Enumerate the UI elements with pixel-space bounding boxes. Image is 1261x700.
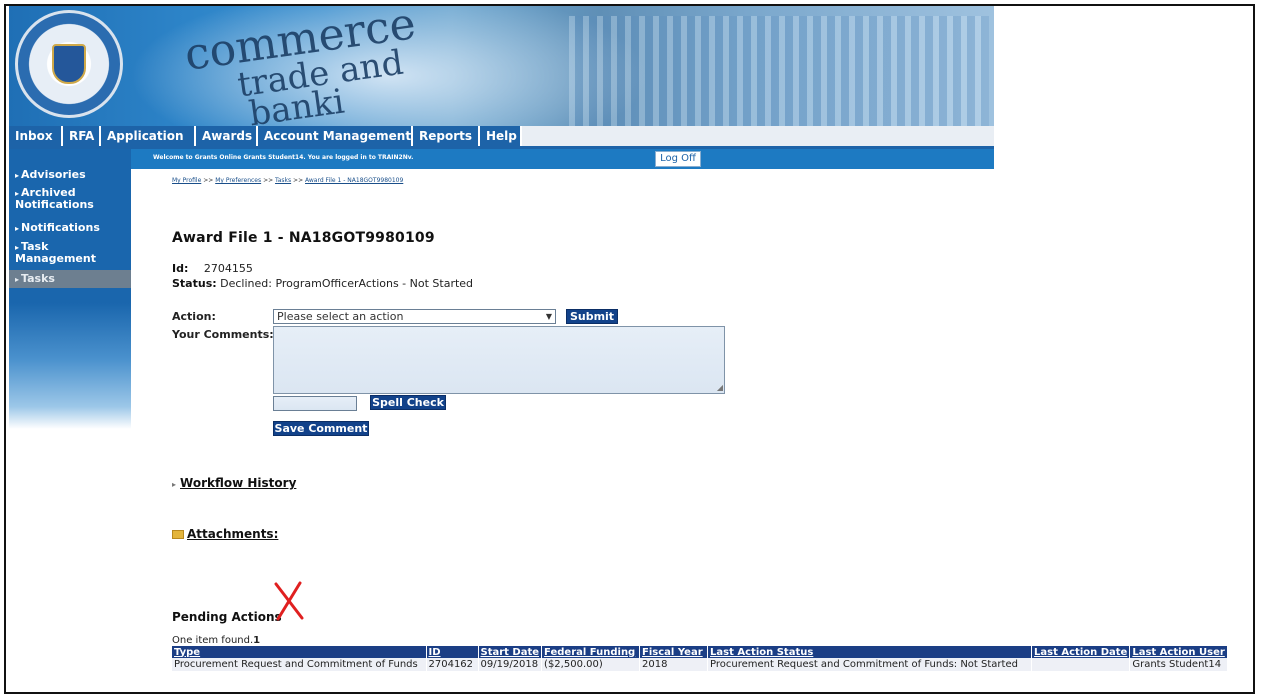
tab-inbox[interactable]: Inbox bbox=[9, 126, 63, 146]
tab-awards[interactable]: Awards bbox=[196, 126, 258, 146]
col-federal-funding[interactable]: Federal Funding bbox=[541, 646, 641, 658]
status-label: Status: bbox=[172, 277, 217, 290]
id-value: 2704155 bbox=[203, 262, 253, 275]
arrow-right-icon: ▸ bbox=[15, 224, 20, 233]
expand-arrow-icon: ▸ bbox=[172, 480, 177, 489]
comments-textarea[interactable]: ◢ bbox=[273, 326, 725, 394]
attachments-label: Attachments: bbox=[187, 527, 279, 541]
spell-check-input[interactable] bbox=[273, 396, 357, 411]
dropdown-caret-icon: ▼ bbox=[545, 312, 552, 321]
workflow-history-toggle[interactable]: ▸ Workflow History bbox=[172, 476, 296, 490]
breadcrumb: My Profile >> My Preferences >> Tasks >>… bbox=[172, 177, 403, 184]
tab-application[interactable]: Application bbox=[101, 126, 196, 146]
cell-last-action-date bbox=[1031, 658, 1131, 671]
welcome-bar: Welcome to Grants Online Grants Student1… bbox=[131, 149, 994, 169]
cell-last-action-status: Procurement Request and Commitment of Fu… bbox=[707, 658, 1033, 671]
breadcrumb-award-file[interactable]: Award File 1 - NA18GOT9980109 bbox=[305, 177, 403, 184]
page-frame: commerce trade and banki Inbox RFA Appli… bbox=[4, 4, 1255, 694]
banner-city-image bbox=[569, 16, 989, 126]
resize-grip-icon[interactable]: ◢ bbox=[717, 383, 723, 392]
sidebar-item-tasks[interactable]: ▸ Tasks bbox=[9, 270, 131, 288]
sidebar-item-label: Advisories bbox=[21, 168, 86, 181]
tab-account-management[interactable]: Account Management bbox=[258, 126, 413, 146]
main-nav: Inbox RFA Application Awards Account Man… bbox=[9, 126, 994, 146]
log-off-button[interactable]: Log Off bbox=[655, 151, 701, 167]
col-last-action-user[interactable]: Last Action User bbox=[1129, 646, 1228, 658]
results-page-number[interactable]: 1 bbox=[253, 635, 260, 646]
sidebar-item-task-management[interactable]: ▸ Task Management bbox=[15, 241, 105, 264]
header-banner: commerce trade and banki bbox=[9, 6, 994, 126]
col-id[interactable]: ID bbox=[426, 646, 479, 658]
submit-button[interactable]: Submit bbox=[566, 309, 618, 324]
arrow-right-icon: ▸ bbox=[15, 275, 20, 284]
sidebar-item-notifications[interactable]: ▸ Notifications bbox=[15, 222, 100, 234]
breadcrumb-separator: >> bbox=[293, 177, 304, 184]
results-count: One item found.1 bbox=[172, 635, 260, 646]
sidebar-item-advisories[interactable]: ▸ Advisories bbox=[15, 169, 86, 181]
breadcrumb-my-profile[interactable]: My Profile bbox=[172, 177, 201, 184]
red-x-annotation-icon bbox=[274, 581, 304, 621]
seal-shield-icon bbox=[52, 44, 86, 84]
department-seal-logo bbox=[15, 10, 123, 118]
breadcrumb-my-preferences[interactable]: My Preferences bbox=[215, 177, 261, 184]
workflow-history-label: Workflow History bbox=[180, 476, 297, 490]
action-label: Action: bbox=[172, 310, 216, 323]
cell-federal-funding: ($2,500.00) bbox=[541, 658, 641, 671]
cell-id: 2704162 bbox=[426, 658, 479, 671]
tab-rfa[interactable]: RFA bbox=[63, 126, 101, 146]
comments-label: Your Comments: bbox=[172, 328, 274, 341]
sidebar-item-archived-notifications[interactable]: ▸ Archived Notifications bbox=[15, 187, 125, 210]
pending-actions-table: Type ID Start Date Federal Funding Fisca… bbox=[172, 646, 1228, 671]
tab-reports[interactable]: Reports bbox=[413, 126, 480, 146]
page-title: Award File 1 - NA18GOT9980109 bbox=[172, 230, 435, 246]
sidebar-item-label: Archived Notifications bbox=[15, 186, 94, 211]
table-header-row: Type ID Start Date Federal Funding Fisca… bbox=[172, 646, 1228, 658]
col-last-action-date[interactable]: Last Action Date bbox=[1031, 646, 1131, 658]
cell-last-action-user: Grants Student14 bbox=[1129, 658, 1228, 671]
breadcrumb-separator: >> bbox=[263, 177, 274, 184]
table-row[interactable]: Procurement Request and Commitment of Fu… bbox=[172, 658, 1228, 671]
col-start-date[interactable]: Start Date bbox=[478, 646, 543, 658]
action-select-value: Please select an action bbox=[277, 310, 404, 323]
col-fiscal-year[interactable]: Fiscal Year bbox=[639, 646, 709, 658]
cell-type: Procurement Request and Commitment of Fu… bbox=[172, 658, 427, 671]
sidebar-item-label: Tasks bbox=[21, 272, 55, 285]
id-label: Id: bbox=[172, 262, 189, 275]
arrow-right-icon: ▸ bbox=[15, 243, 20, 252]
sidebar-item-label: Task Management bbox=[15, 240, 96, 265]
status-row: Status: Declined: ProgramOfficerActions … bbox=[172, 277, 473, 290]
action-select[interactable]: Please select an action ▼ bbox=[273, 309, 556, 324]
cell-start-date: 09/19/2018 bbox=[478, 658, 543, 671]
status-value: Declined: ProgramOfficerActions - Not St… bbox=[220, 277, 474, 290]
breadcrumb-separator: >> bbox=[203, 177, 214, 184]
sidebar: ▸ Advisories ▸ Archived Notifications ▸ Not… bbox=[9, 149, 131, 429]
id-row: Id: 2704155 bbox=[172, 262, 253, 275]
cell-fiscal-year: 2018 bbox=[639, 658, 709, 671]
spell-check-button[interactable]: Spell Check bbox=[370, 395, 446, 410]
arrow-right-icon: ▸ bbox=[15, 189, 20, 198]
welcome-message: Welcome to Grants Online Grants Student1… bbox=[153, 154, 414, 161]
results-found-text: One item found. bbox=[172, 635, 254, 646]
sidebar-item-label: Notifications bbox=[21, 221, 100, 234]
breadcrumb-tasks[interactable]: Tasks bbox=[275, 177, 291, 184]
arrow-right-icon: ▸ bbox=[15, 171, 20, 180]
tab-help[interactable]: Help bbox=[480, 126, 522, 146]
pending-actions-heading: Pending Actions bbox=[172, 610, 282, 624]
col-last-action-status[interactable]: Last Action Status bbox=[707, 646, 1033, 658]
folder-icon bbox=[172, 530, 184, 539]
col-type[interactable]: Type bbox=[172, 646, 427, 658]
save-comment-button[interactable]: Save Comment bbox=[273, 421, 369, 436]
attachments-toggle[interactable]: Attachments: bbox=[172, 527, 278, 541]
